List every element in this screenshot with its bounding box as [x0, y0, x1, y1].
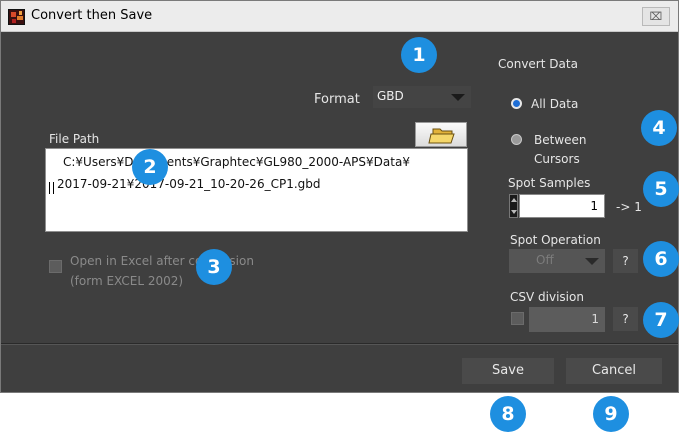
csv-division-checkbox[interactable] [511, 312, 524, 325]
callout-badge-1: 1 [401, 37, 437, 73]
open-excel-checkbox[interactable] [49, 260, 62, 273]
stepper-up-icon [511, 198, 517, 202]
file-path-field[interactable]: C:¥Users¥Documents¥Graphtec¥GL980_2000-A… [45, 148, 468, 232]
format-label: Format [314, 92, 360, 107]
callout-badge-7: 7 [643, 302, 679, 338]
spot-operation-help-button[interactable]: ? [613, 249, 638, 273]
close-icon: ⌧ [649, 10, 663, 23]
csv-division-input[interactable]: 1 [529, 307, 605, 332]
callout-badge-2: 2 [132, 149, 168, 185]
text-cursor-icon [49, 182, 54, 194]
open-excel-label-line-2: (form EXCEL 2002) [70, 274, 184, 288]
spot-samples-label: Spot Samples [508, 176, 591, 190]
callout-badge-5: 5 [643, 171, 679, 207]
cancel-button[interactable]: Cancel [566, 358, 662, 384]
spot-operation-dropdown[interactable]: Off [509, 249, 605, 273]
app-icon [8, 9, 25, 25]
chevron-down-icon [585, 258, 599, 265]
file-path-label: File Path [49, 132, 100, 146]
csv-division-label: CSV division [510, 290, 584, 304]
callout-badge-4: 4 [641, 110, 677, 146]
all-data-radio[interactable] [511, 98, 522, 109]
chevron-down-icon [451, 94, 465, 101]
spot-samples-stepper[interactable] [509, 194, 518, 218]
browse-folder-button[interactable] [415, 122, 467, 147]
stepper-down-icon [511, 210, 517, 214]
format-dropdown[interactable]: GBD [373, 86, 471, 108]
convert-data-heading: Convert Data [498, 57, 578, 71]
between-label: Between [534, 133, 587, 147]
window-title: Convert then Save [31, 8, 153, 23]
callout-badge-6: 6 [643, 241, 679, 277]
spot-samples-input[interactable]: 1 [519, 194, 605, 218]
file-path-line-2: 2017-09-21¥2017-09-21_10-20-26_CP1.gbd [57, 177, 321, 191]
convert-save-dialog: Convert then Save ⌧ Format GBD File Path… [0, 0, 679, 393]
folder-icon [428, 128, 455, 144]
cursors-label: Cursors [534, 152, 580, 166]
between-cursors-radio[interactable] [511, 134, 522, 145]
csv-division-help-button[interactable]: ? [613, 307, 638, 331]
callout-badge-8: 8 [490, 396, 526, 432]
spot-operation-value: Off [536, 253, 554, 267]
file-path-line-1: C:¥Users¥Documents¥Graphtec¥GL980_2000-A… [63, 155, 410, 169]
title-bar: Convert then Save ⌧ [1, 1, 678, 32]
close-button[interactable]: ⌧ [642, 7, 670, 26]
spot-samples-result: -> 1 [616, 200, 642, 214]
spot-operation-label: Spot Operation [510, 233, 601, 247]
callout-badge-3: 3 [196, 249, 232, 285]
callout-badge-9: 9 [593, 396, 629, 432]
all-data-label: All Data [531, 97, 579, 111]
save-button[interactable]: Save [462, 358, 554, 384]
footer-divider [1, 343, 678, 345]
format-value: GBD [377, 89, 404, 103]
